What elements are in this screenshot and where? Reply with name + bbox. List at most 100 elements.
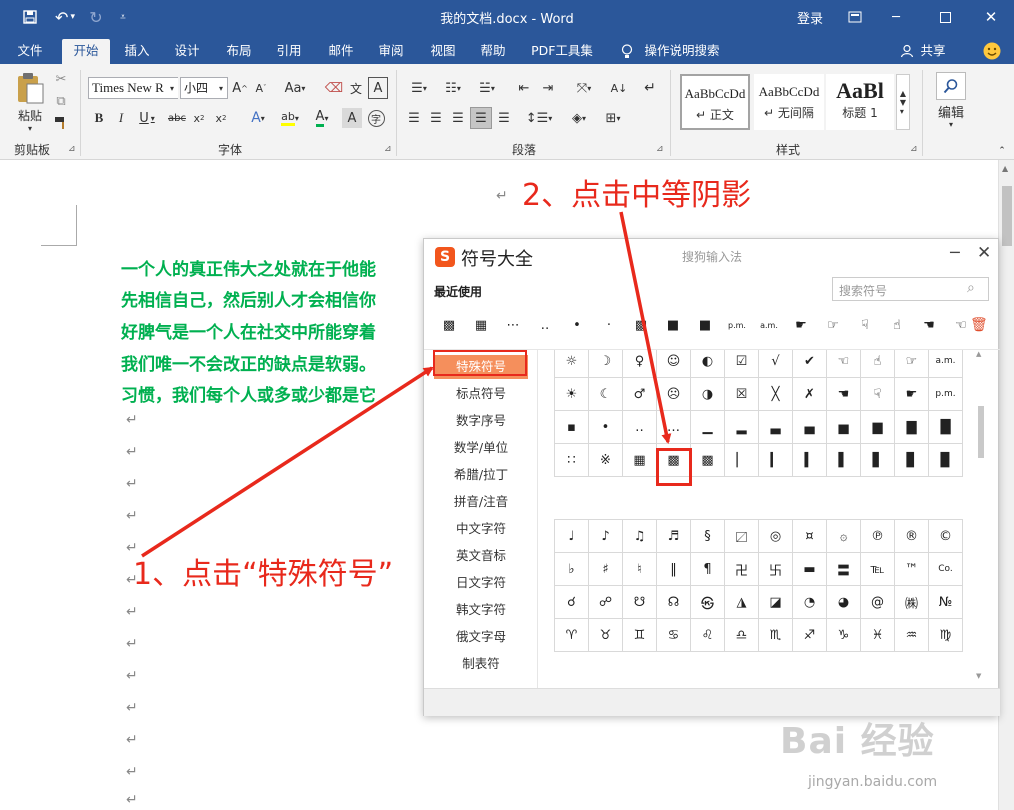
tab-help[interactable]: 帮助 (470, 39, 516, 64)
symbol-cell[interactable]: 卐 (758, 552, 793, 586)
smiley-feedback-icon[interactable] (980, 39, 1004, 64)
symbol-cell[interactable]: ◔ (792, 585, 827, 619)
font-color-icon[interactable]: A ▾ (308, 108, 336, 128)
style-normal[interactable]: AaBbCcDd ↵ 正文 (680, 74, 750, 130)
grow-font-icon[interactable]: A ^ (231, 78, 249, 98)
symbol-cell[interactable]: ▉ (928, 443, 963, 477)
category-chinese-chars[interactable]: 中文字符 (434, 517, 528, 541)
symbol-cell[interactable]: ◮ (724, 585, 759, 619)
symbol-cell[interactable]: ¶ (690, 552, 725, 586)
symbol-cell[interactable]: ♋ (656, 618, 691, 652)
symbol-search-input[interactable]: 搜索符号 ⌕ (832, 277, 989, 301)
symbol-cell[interactable]: ♬ (656, 519, 691, 553)
symbol-cell[interactable]: © (928, 519, 963, 553)
line-spacing-icon[interactable]: ↕☰ ▾ (524, 108, 554, 128)
tab-view[interactable]: 视图 (420, 39, 466, 64)
decrease-indent-icon[interactable]: ⇤ (514, 78, 534, 98)
symbol-cell[interactable]: ☼ (554, 350, 589, 378)
category-greek-latin[interactable]: 希腊/拉丁 (434, 463, 528, 487)
symbol-cell[interactable]: ☊ (656, 585, 691, 619)
symbol-cell[interactable]: ♫ (622, 519, 657, 553)
bold-icon[interactable]: B (90, 108, 108, 128)
paste-icon[interactable] (12, 70, 48, 106)
symbol-cell[interactable]: ☜ (826, 350, 861, 378)
grid-scroll-up-icon[interactable]: ▲ (976, 350, 981, 358)
symbol-cell[interactable]: ♏ (758, 618, 793, 652)
paste-dropdown-icon[interactable]: ▾ (22, 122, 38, 134)
numbering-icon[interactable]: ☷ ▾ (438, 78, 468, 98)
font-launcher-icon[interactable]: ⊿ (384, 144, 392, 154)
tab-layout[interactable]: 布局 (216, 39, 262, 64)
symbol-cell[interactable]: ♂ (622, 377, 657, 411)
recent-symbol[interactable]: a.m. (754, 309, 784, 341)
document-scrollbar[interactable]: ▲ (998, 160, 1014, 810)
category-english-phonetic[interactable]: 英文音标 (434, 544, 528, 568)
document-line[interactable]: 习惯，我们每个人或多或少都是它 (121, 381, 376, 406)
category-korean[interactable]: 韩文字符 (434, 598, 528, 622)
symbol-cell[interactable]: ◎ (758, 519, 793, 553)
symbol-cell[interactable]: ♭ (554, 552, 589, 586)
minimize-icon[interactable]: ─ (876, 0, 916, 34)
italic-icon[interactable]: I (112, 108, 130, 128)
signin-button[interactable]: 登录 (788, 0, 832, 34)
symbol-cell[interactable]: @ (860, 585, 895, 619)
styles-launcher-icon[interactable]: ⊿ (910, 144, 918, 154)
symbol-cell[interactable]: ▇ (894, 410, 929, 444)
symbol-cell[interactable]: • (588, 410, 623, 444)
symbol-cell[interactable]: ☺ (656, 350, 691, 378)
symbol-cell[interactable]: ☌ (554, 585, 589, 619)
symbol-cell[interactable]: ∷ (554, 443, 589, 477)
tab-pdf-tools[interactable]: PDF工具集 (526, 39, 598, 64)
symbol-cell[interactable]: ℗ (860, 519, 895, 553)
symbol-cell[interactable]: ◪ (758, 585, 793, 619)
justify-icon[interactable]: ☰ (470, 107, 492, 129)
symbol-cell[interactable]: ♊ (622, 618, 657, 652)
close-icon[interactable]: ✕ (968, 0, 1014, 34)
tab-mailings[interactable]: 邮件 (318, 39, 364, 64)
symbol-cell[interactable]: ¤ (792, 519, 827, 553)
symbol-cell[interactable]: ▦ (622, 443, 657, 477)
symbol-cell[interactable]: √ (758, 350, 793, 378)
symbol-cell[interactable]: ☒ (724, 377, 759, 411)
tab-review[interactable]: 审阅 (368, 39, 414, 64)
borders-icon[interactable]: ⊞ ▾ (598, 108, 628, 128)
align-center-icon[interactable]: ☰ (426, 108, 446, 128)
font-size-dropdown-icon[interactable]: ▾ (215, 78, 227, 98)
asian-layout-icon[interactable]: ⤧ ▾ (570, 78, 598, 98)
search-icon[interactable]: ⌕ (967, 280, 975, 296)
category-russian[interactable]: 俄文字母 (434, 625, 528, 649)
symbol-cell[interactable]: ♑ (826, 618, 861, 652)
document-line[interactable]: 先相信自己，然后别人才会相信你 (121, 286, 376, 311)
symbol-cell[interactable]: ▆ (860, 410, 895, 444)
recent-symbol[interactable]: ⋯ (498, 309, 528, 341)
maximize-icon[interactable] (922, 0, 968, 34)
dialog-minimize-icon[interactable]: ─ (950, 243, 960, 262)
category-pinyin[interactable]: 拼音/注音 (434, 490, 528, 514)
symbol-cell[interactable]: ▊ (894, 443, 929, 477)
tab-file[interactable]: 文件 (6, 39, 54, 64)
symbol-cell[interactable]: ☹ (656, 377, 691, 411)
copy-icon[interactable]: ⧉ (52, 92, 70, 110)
symbol-grid-scrollbar[interactable]: ▲ ▼ (976, 350, 986, 682)
sort-icon[interactable]: A↓ (608, 78, 630, 98)
scroll-up-icon[interactable]: ▲ (1002, 164, 1008, 173)
symbol-cell[interactable]: ♀ (622, 350, 657, 378)
symbol-cell[interactable]: ╳ (758, 377, 793, 411)
ribbon-display-icon[interactable] (840, 0, 870, 34)
symbol-cell[interactable]: ▅ (826, 410, 861, 444)
character-border-icon[interactable]: A (368, 77, 388, 99)
symbol-cell[interactable]: ♈ (554, 618, 589, 652)
enclose-characters-icon[interactable]: 字 (366, 108, 386, 128)
tab-design[interactable]: 设计 (164, 39, 210, 64)
text-effects-icon[interactable]: A ▾ (244, 108, 272, 128)
symbol-cell[interactable]: ☾ (588, 377, 623, 411)
symbol-cell[interactable]: ◕ (826, 585, 861, 619)
clear-formatting-icon[interactable]: ⌫ (324, 78, 344, 98)
category-punctuation[interactable]: 标点符号 (434, 382, 528, 406)
symbol-cell[interactable]: ☚ (826, 377, 861, 411)
bullets-icon[interactable]: ☰ ▾ (404, 78, 434, 98)
symbol-cell[interactable]: ◐ (690, 350, 725, 378)
increase-indent-icon[interactable]: ⇥ (538, 78, 558, 98)
symbol-cell[interactable]: ☋ (622, 585, 657, 619)
paragraph-launcher-icon[interactable]: ⊿ (656, 144, 664, 154)
